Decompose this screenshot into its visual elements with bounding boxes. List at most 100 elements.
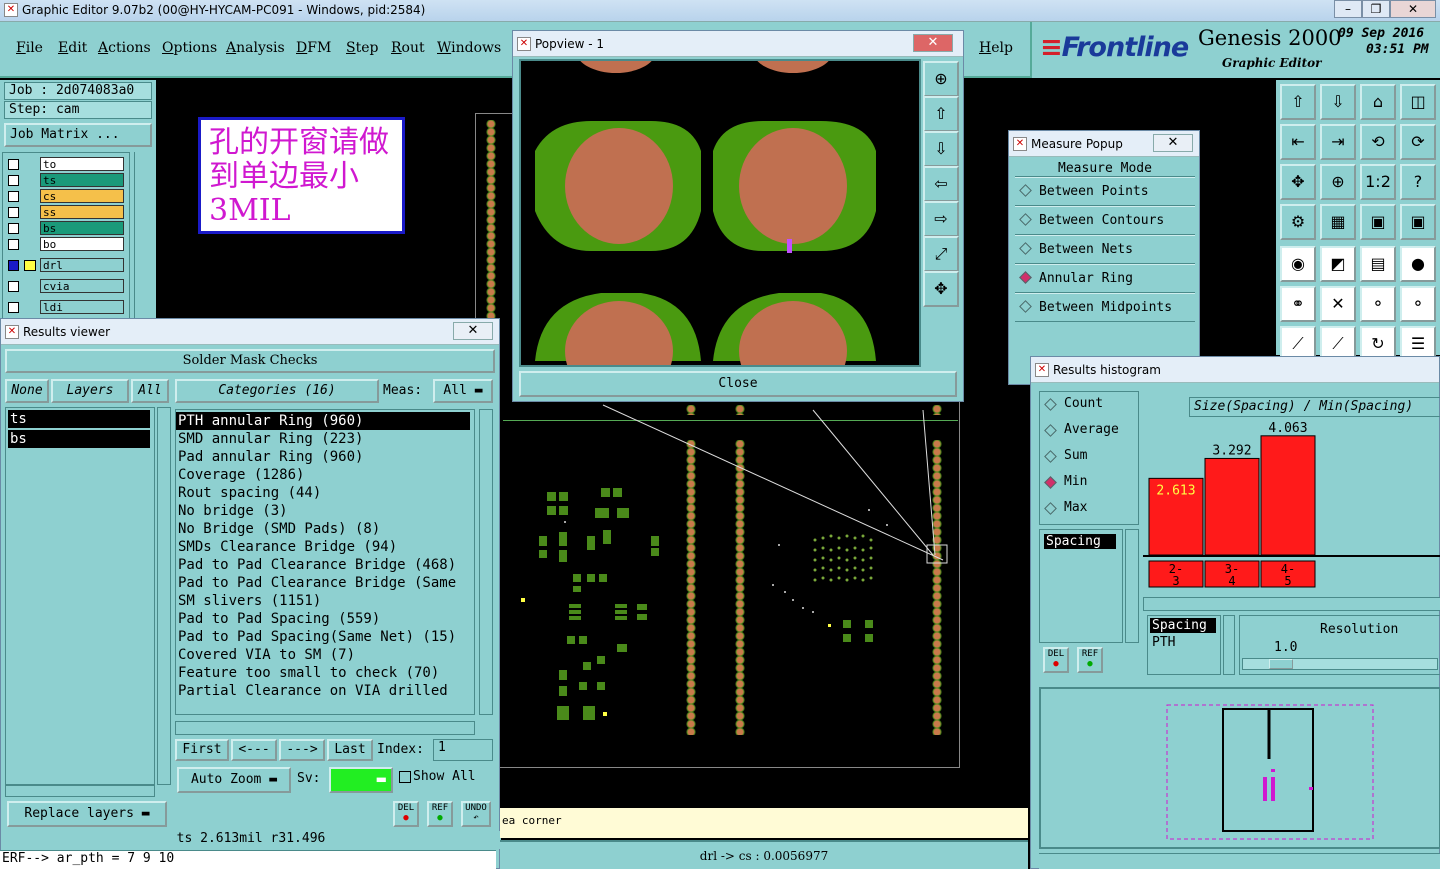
- layer-row-ss[interactable]: ss: [6, 205, 124, 220]
- net-tool-icon[interactable]: ⚭: [1280, 286, 1316, 322]
- ratio-icon[interactable]: 1:2: [1360, 164, 1396, 200]
- measure-mode-between-contours[interactable]: Between Contours: [1015, 206, 1195, 235]
- layer-checkbox[interactable]: [8, 260, 19, 271]
- menu-dfm[interactable]: DFM: [296, 40, 331, 56]
- measure-list-item-pth[interactable]: PTH: [1150, 635, 1218, 650]
- index-input[interactable]: 1: [433, 739, 493, 761]
- category-item[interactable]: SM slivers (1151): [176, 592, 474, 610]
- first-button[interactable]: First: [175, 739, 229, 761]
- category-item[interactable]: Pad to Pad Clearance Bridge (468): [176, 556, 474, 574]
- grid-icon[interactable]: ▦: [1320, 204, 1356, 240]
- layer-checkbox[interactable]: [8, 223, 19, 234]
- window-icon[interactable]: ◫: [1400, 84, 1436, 120]
- maximize-button[interactable]: ❐: [1362, 0, 1390, 18]
- job-matrix-button[interactable]: Job Matrix ...: [4, 123, 152, 147]
- del-button[interactable]: DEL ●: [393, 801, 419, 827]
- category-item[interactable]: Pad to Pad Spacing (559): [176, 610, 474, 628]
- resolution-slider-thumb[interactable]: [1269, 659, 1293, 669]
- histogram-bar[interactable]: [1204, 457, 1260, 556]
- category-list-scrollbar[interactable]: [479, 409, 493, 715]
- category-item[interactable]: Coverage (1286): [176, 466, 474, 484]
- stat-option-average[interactable]: Average: [1040, 418, 1138, 444]
- layer-row-cvia[interactable]: cvia: [6, 279, 124, 294]
- measure-list-scrollbar[interactable]: [1223, 615, 1235, 675]
- popview-fit-button[interactable]: ⤢: [923, 236, 959, 272]
- category-item[interactable]: Rout spacing (44): [176, 484, 474, 502]
- layer-row-drl[interactable]: drl: [6, 258, 124, 273]
- category-item[interactable]: Feature too small to check (70): [176, 664, 474, 682]
- radio-diamond-icon[interactable]: [1019, 184, 1032, 197]
- popview-center-button[interactable]: ✥: [923, 271, 959, 307]
- layer-results-h-scrollbar[interactable]: [5, 785, 155, 797]
- layer-row-cs[interactable]: cs: [6, 189, 124, 204]
- show-all-checkbox[interactable]: [399, 771, 411, 783]
- layer-results-scrollbar[interactable]: [157, 407, 171, 785]
- layer-row-ldi[interactable]: ldi: [6, 300, 124, 315]
- close-button[interactable]: ✕: [1390, 0, 1436, 18]
- menu-windows[interactable]: Windows: [437, 40, 501, 56]
- category-item[interactable]: SMDs Clearance Bridge (94): [176, 538, 474, 556]
- layer-row-bo[interactable]: bo: [6, 237, 124, 252]
- radio-diamond-icon[interactable]: [1019, 271, 1032, 284]
- help-icon[interactable]: ?: [1400, 164, 1436, 200]
- layer-checkbox[interactable]: [8, 281, 19, 292]
- color-tool-icon[interactable]: ◩: [1320, 246, 1356, 282]
- menu-options[interactable]: Options: [162, 40, 217, 56]
- radio-diamond-icon[interactable]: [1044, 502, 1057, 515]
- redo-view-icon[interactable]: ⟳: [1400, 124, 1436, 160]
- category-item[interactable]: Covered VIA to SM (7): [176, 646, 474, 664]
- measure-popup-close-x[interactable]: ✕: [1153, 134, 1193, 152]
- results-viewer-close-x[interactable]: ✕: [453, 322, 493, 340]
- menu-analysis[interactable]: Analysis: [226, 40, 285, 56]
- all-layers-button[interactable]: All: [131, 379, 169, 403]
- category-item[interactable]: SMD annular Ring (223): [176, 430, 474, 448]
- resolution-slider[interactable]: [1242, 658, 1438, 670]
- replace-layers-dropdown[interactable]: Replace layers ▬: [7, 801, 167, 827]
- measure-list-item-spacing[interactable]: Spacing: [1150, 618, 1216, 633]
- link-tool-icon[interactable]: ⚬: [1360, 286, 1396, 322]
- layer-row-ts[interactable]: ts: [6, 173, 124, 188]
- menu-rout[interactable]: Rout: [391, 40, 425, 56]
- next-button[interactable]: --->: [279, 739, 325, 761]
- category-item[interactable]: No bridge (3): [176, 502, 474, 520]
- settings-icon[interactable]: ⚙: [1280, 204, 1316, 240]
- ruler-tool-icon[interactable]: ▤: [1360, 246, 1396, 282]
- zoom-up-icon[interactable]: ⇧: [1280, 84, 1316, 120]
- measure-mode-between-midpoints[interactable]: Between Midpoints: [1015, 293, 1195, 322]
- radio-diamond-icon[interactable]: [1019, 300, 1032, 313]
- category-item[interactable]: Pad annular Ring (960): [176, 448, 474, 466]
- pan-all-icon[interactable]: ✥: [1280, 164, 1316, 200]
- pan-left-icon[interactable]: ⇤: [1280, 124, 1316, 160]
- meas-dropdown[interactable]: All ▬: [433, 379, 493, 403]
- undo-view-icon[interactable]: ⟲: [1360, 124, 1396, 160]
- menu-edit[interactable]: Edit: [58, 40, 87, 56]
- zoom-down-icon[interactable]: ⇩: [1320, 84, 1356, 120]
- layer-checkbox[interactable]: [8, 175, 19, 186]
- category-item[interactable]: PTH annular Ring (960): [176, 412, 470, 430]
- measure-mode-between-nets[interactable]: Between Nets: [1015, 235, 1195, 264]
- layer-row-bs[interactable]: bs: [6, 221, 124, 236]
- none-button[interactable]: None: [5, 379, 49, 403]
- category-item[interactable]: No Bridge (SMD Pads) (8): [176, 520, 474, 538]
- popview-pan-left-button[interactable]: ⇦: [923, 166, 959, 202]
- menu-step[interactable]: Step: [346, 40, 378, 56]
- stat-option-count[interactable]: Count: [1040, 392, 1138, 418]
- measure-mode-between-points[interactable]: Between Points: [1015, 177, 1195, 206]
- undo-button[interactable]: UNDO ↶: [461, 801, 491, 827]
- auto-zoom-dropdown[interactable]: Auto Zoom ▬: [177, 767, 291, 793]
- menu-actions[interactable]: Actions: [98, 40, 151, 56]
- popview-pan-up-button[interactable]: ⇧: [923, 96, 959, 132]
- radio-diamond-icon[interactable]: [1019, 242, 1032, 255]
- stat-option-sum[interactable]: Sum: [1040, 444, 1138, 470]
- category-item[interactable]: Partial Clearance on VIA drilled: [176, 682, 474, 700]
- layer-row-to[interactable]: to: [6, 157, 124, 172]
- cross-tool-icon[interactable]: ✕: [1320, 286, 1356, 322]
- snap-red-icon[interactable]: ▣: [1360, 204, 1396, 240]
- histogram-ref-button[interactable]: REF ●: [1077, 647, 1103, 673]
- histogram-bar[interactable]: [1260, 435, 1316, 556]
- ref-button[interactable]: REF ●: [427, 801, 453, 827]
- command-line[interactable]: ERF--> ar_pth = 7 9 10: [0, 850, 496, 869]
- stat-option-min[interactable]: Min: [1040, 470, 1138, 496]
- histogram-item-selected[interactable]: Spacing: [1044, 534, 1116, 549]
- layer-checkbox[interactable]: [8, 207, 19, 218]
